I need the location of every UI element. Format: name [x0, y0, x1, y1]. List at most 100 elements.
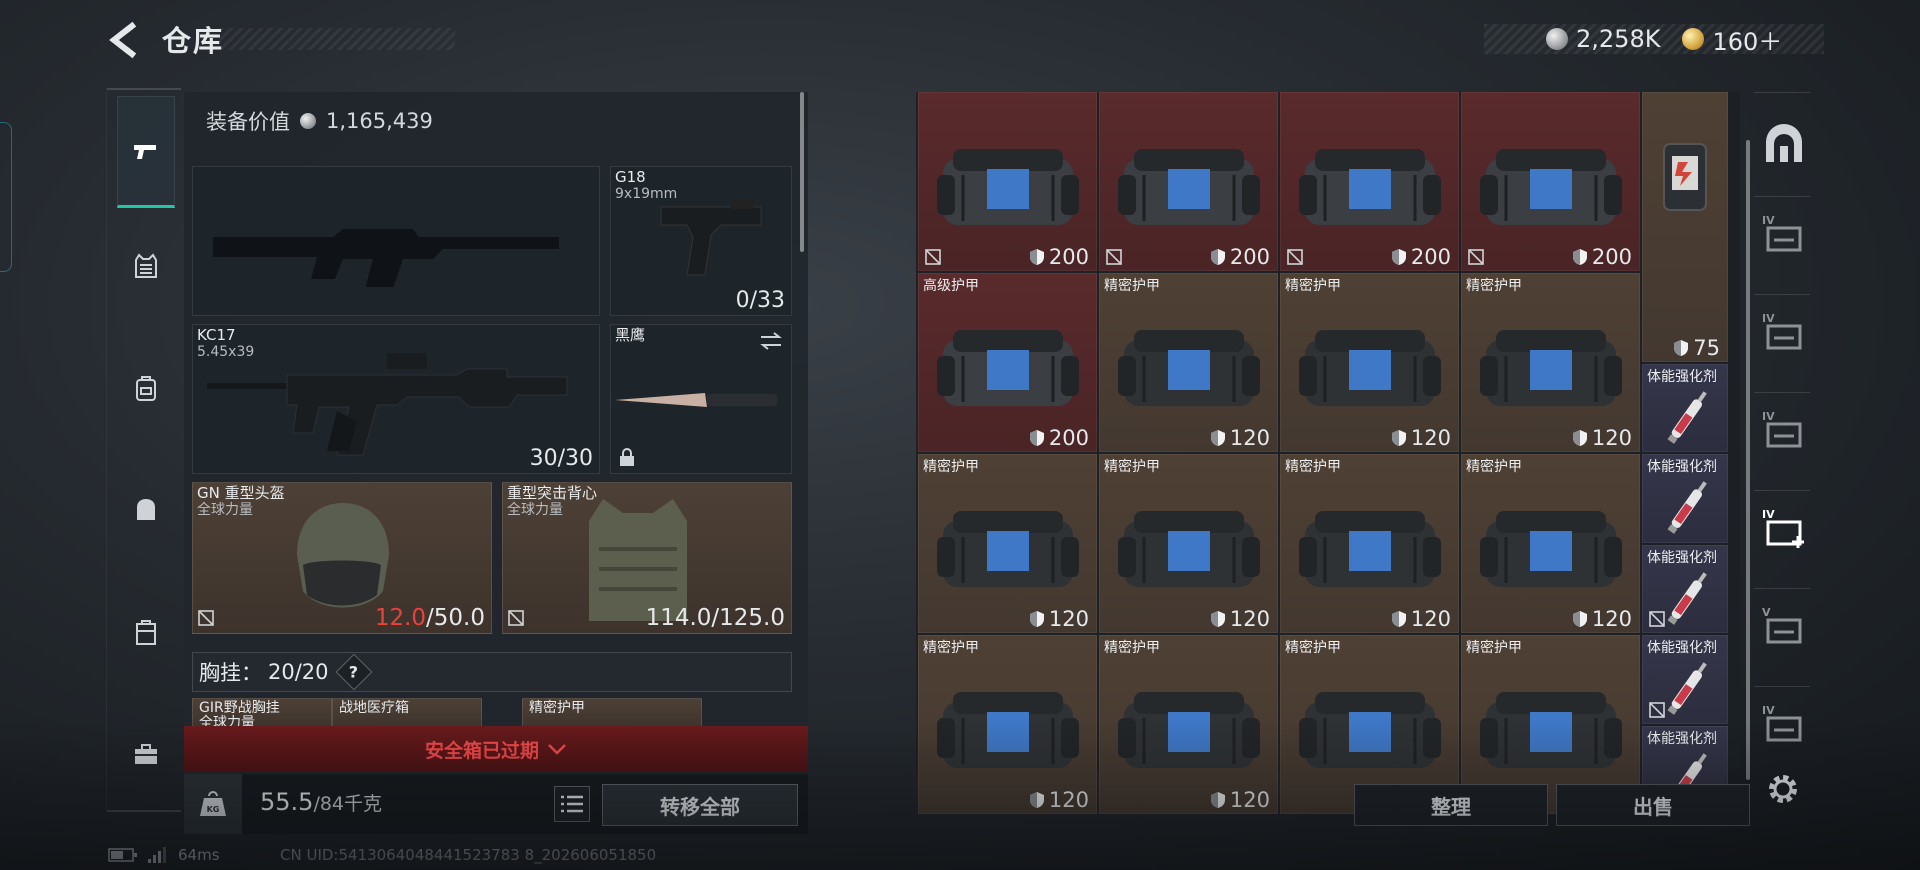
shield-icon [1391, 611, 1406, 627]
slot-primary[interactable]: KC17 5.45x39 30/30 [192, 324, 600, 474]
item-name: 体能强化剂 [1647, 730, 1717, 747]
bag-icon [1298, 149, 1441, 226]
bag-icon [1479, 330, 1622, 407]
bag-icon [1298, 692, 1441, 769]
equipment-footer: KG 55.5/84千克 转移全部 [184, 774, 808, 834]
swap-icon[interactable] [759, 331, 783, 351]
slot-secondary[interactable]: G18 9x19mm 0/33 [610, 166, 792, 316]
armor-value: 120 [1210, 607, 1270, 631]
silver-coin-icon [300, 113, 316, 129]
page-title: 仓库 [162, 24, 225, 58]
item-name: 体能强化剂 [1647, 459, 1717, 476]
tab-armor[interactable] [117, 210, 175, 322]
syringe-icon [1667, 481, 1707, 534]
stash-item[interactable]: 精密护甲 120 [1099, 273, 1278, 452]
tab-case[interactable] [117, 576, 175, 688]
device-icon [1663, 143, 1707, 211]
shield-icon [1674, 339, 1689, 356]
tab-toolbox[interactable] [117, 698, 175, 810]
slot-armor[interactable]: 重型突击背心 全球力量 114.0/125.0 [502, 482, 792, 634]
storage-tab-icon[interactable]: IV [1762, 212, 1806, 256]
armor-value: 75 [1673, 336, 1720, 360]
svg-text:IV: IV [1762, 312, 1775, 325]
stash-item[interactable]: 精密护甲 120 [1461, 454, 1640, 633]
stash-item[interactable]: 200 [1099, 92, 1278, 271]
help-icon[interactable]: ? [335, 653, 372, 691]
sell-button[interactable]: 出售 [1556, 784, 1750, 826]
side-handle[interactable] [0, 122, 12, 272]
armor-value: 120 [1572, 426, 1632, 450]
item-name: 精密护甲 [1285, 459, 1341, 475]
slot-helmet[interactable]: GN 重型头盔 全球力量 12.0/50.0 [192, 482, 492, 634]
shield-icon [1029, 792, 1044, 808]
stash-item-syringe[interactable]: 体能强化剂 [1642, 635, 1728, 724]
stash-item[interactable]: 200 [1280, 92, 1459, 271]
bag-icon [1298, 330, 1441, 407]
tab-pouch[interactable] [117, 454, 175, 566]
armor-value: 120 [1210, 788, 1270, 812]
shield-icon [1029, 430, 1044, 446]
equipment-value: 装备价值 1,165,439 [206, 106, 433, 136]
stash-item-syringe[interactable]: 体能强化剂 [1642, 363, 1728, 453]
tab-backpack[interactable] [117, 332, 175, 444]
item-name: 体能强化剂 [1647, 549, 1717, 566]
tab-weapons[interactable] [117, 96, 175, 208]
equipment-scrollbar[interactable] [800, 92, 804, 252]
stash-item[interactable]: 精密护甲 120 [918, 454, 1097, 633]
shield-icon [1029, 249, 1044, 265]
lock-icon [620, 448, 634, 466]
vault-icon[interactable] [1762, 122, 1806, 166]
back-arrow-icon[interactable] [104, 20, 144, 60]
gear-icon[interactable] [1766, 772, 1800, 806]
safebox-status: 安全箱已过期 [424, 739, 539, 762]
stash-item[interactable]: 精密护甲 120 [1280, 454, 1459, 633]
pouch-icon [137, 499, 155, 520]
chest-rig-row: 胸挂： 20/20 ? [192, 652, 792, 692]
list-view-button[interactable] [554, 786, 590, 822]
storage-tab-icon[interactable]: V [1762, 604, 1806, 648]
bag-icon [1117, 692, 1260, 769]
signal-icon [148, 847, 166, 863]
stash-item[interactable]: 精密护甲 120 [1099, 454, 1278, 633]
rifle-image-icon [207, 353, 568, 456]
stash-item[interactable]: 高级护甲 200 [918, 273, 1097, 452]
armor-value: 120 [1210, 426, 1270, 450]
stash-item[interactable]: 精密护甲 120 [1461, 273, 1640, 452]
slot-primary-empty[interactable] [192, 166, 600, 316]
stash-item[interactable]: 精密护甲 120 [918, 635, 1097, 814]
no-drop-icon [1106, 249, 1122, 265]
helmet-name: GN 重型头盔 [197, 484, 285, 502]
transfer-all-button[interactable]: 转移全部 [602, 784, 798, 826]
stash-item-syringe[interactable]: 体能强化剂 [1642, 544, 1728, 634]
stash-item-syringe[interactable]: 体能强化剂 [1642, 454, 1728, 543]
storage-tab-icon[interactable]: IV [1762, 702, 1806, 746]
bag-icon [1117, 330, 1260, 407]
weapon-name: G18 [615, 168, 646, 186]
storage-tab-icon[interactable]: IV [1762, 408, 1806, 452]
category-tabs [106, 88, 181, 812]
currency-gold[interactable]: 160＋ [1682, 22, 1782, 57]
stash-item-device[interactable]: 75 [1642, 92, 1728, 362]
stash-item[interactable]: 200 [1461, 92, 1640, 271]
stash-item[interactable]: 精密护甲 120 [1280, 273, 1459, 452]
safebox-expired-banner[interactable]: 安全箱已过期 [184, 726, 808, 772]
storage-tab-icon[interactable]: IV [1762, 506, 1806, 550]
armor-value: 120 [1029, 607, 1089, 631]
shield-icon [1572, 249, 1587, 265]
sort-button[interactable]: 整理 [1354, 784, 1548, 826]
melee-name: 黑鹰 [615, 326, 646, 344]
storage-tab-icon[interactable]: IV [1762, 310, 1806, 354]
stash-item[interactable]: 200 [918, 92, 1097, 271]
slot-melee[interactable]: 黑鹰 [610, 324, 792, 474]
item-name: 精密护甲 [1466, 459, 1522, 475]
chevron-down-icon [548, 744, 566, 755]
item-name: 高级护甲 [923, 278, 979, 294]
armor-value: 120 [1391, 426, 1451, 450]
stash-scrollbar[interactable] [1746, 140, 1750, 780]
bag-icon [1479, 692, 1622, 769]
stash-item[interactable]: 精密护甲 120 [1099, 635, 1278, 814]
title-decoration [220, 28, 455, 50]
armor-value: 200 [1572, 245, 1632, 269]
item-name: 体能强化剂 [1647, 640, 1717, 657]
weight-box: KG [184, 774, 242, 834]
